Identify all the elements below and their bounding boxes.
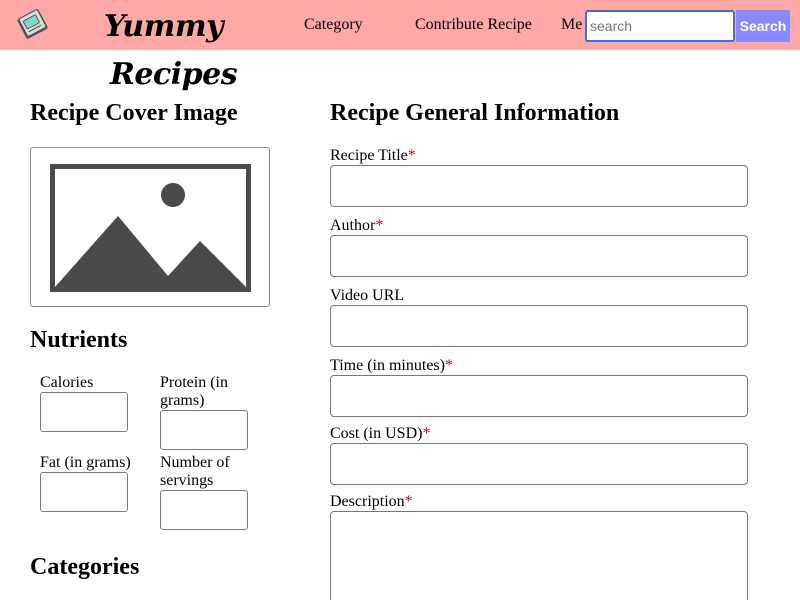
required-asterisk: * bbox=[375, 217, 384, 234]
servings-input[interactable] bbox=[160, 490, 248, 530]
protein-input[interactable] bbox=[160, 410, 248, 450]
recipe-title-input[interactable] bbox=[330, 165, 748, 207]
description-label-text: Description bbox=[330, 493, 405, 510]
time-input[interactable] bbox=[330, 375, 748, 417]
video-url-label-text: Video URL bbox=[330, 287, 405, 304]
general-info-heading: Recipe General Information bbox=[330, 100, 620, 126]
recipe-title-label: Recipe Title* bbox=[330, 146, 416, 166]
categories-heading: Categories bbox=[30, 554, 140, 580]
search-input[interactable] bbox=[585, 10, 735, 42]
required-asterisk: * bbox=[422, 425, 431, 442]
fat-label: Fat (in grams) bbox=[40, 454, 131, 471]
description-textarea[interactable] bbox=[330, 511, 748, 600]
author-input[interactable] bbox=[330, 235, 748, 277]
brand-title-line2[interactable]: Recipes bbox=[110, 51, 240, 99]
protein-label: Protein (in grams) bbox=[160, 374, 228, 409]
author-label: Author* bbox=[330, 216, 383, 236]
brand-title-line1[interactable]: Yummy bbox=[104, 3, 234, 51]
required-asterisk: * bbox=[407, 147, 416, 164]
recipe-form-page: Yummy Category Contribute Recipe Me Sear… bbox=[0, 0, 800, 600]
required-asterisk: * bbox=[404, 493, 413, 510]
image-placeholder-icon bbox=[50, 164, 251, 292]
cost-label-text: Cost (in USD) bbox=[330, 425, 423, 442]
calories-label: Calories bbox=[40, 374, 94, 391]
recipe-book-logo-icon[interactable] bbox=[14, 8, 52, 42]
nutrients-heading: Nutrients bbox=[30, 327, 128, 353]
calories-input[interactable] bbox=[40, 392, 128, 432]
nav-link-category[interactable]: Category bbox=[304, 15, 363, 35]
search-button[interactable]: Search bbox=[736, 10, 790, 42]
video-url-label: Video URL bbox=[330, 286, 404, 306]
cover-image-heading: Recipe Cover Image bbox=[30, 100, 238, 126]
nav-link-me[interactable]: Me bbox=[561, 15, 587, 35]
time-label: Time (in minutes)* bbox=[330, 356, 453, 376]
cost-label: Cost (in USD)* bbox=[330, 424, 430, 444]
recipe-title-label-text: Recipe Title bbox=[330, 147, 408, 164]
author-label-text: Author bbox=[330, 217, 376, 234]
time-label-text: Time (in minutes) bbox=[330, 357, 445, 374]
fat-input[interactable] bbox=[40, 472, 128, 512]
required-asterisk: * bbox=[444, 357, 453, 374]
navbar: Yummy Category Contribute Recipe Me Sear… bbox=[0, 0, 800, 50]
video-url-input[interactable] bbox=[330, 305, 748, 347]
description-label: Description* bbox=[330, 492, 413, 512]
cover-image-upload[interactable] bbox=[30, 147, 270, 307]
nav-link-contribute-recipe[interactable]: Contribute Recipe bbox=[415, 15, 532, 35]
cost-input[interactable] bbox=[330, 443, 748, 485]
servings-label: Number of servings bbox=[160, 454, 230, 489]
